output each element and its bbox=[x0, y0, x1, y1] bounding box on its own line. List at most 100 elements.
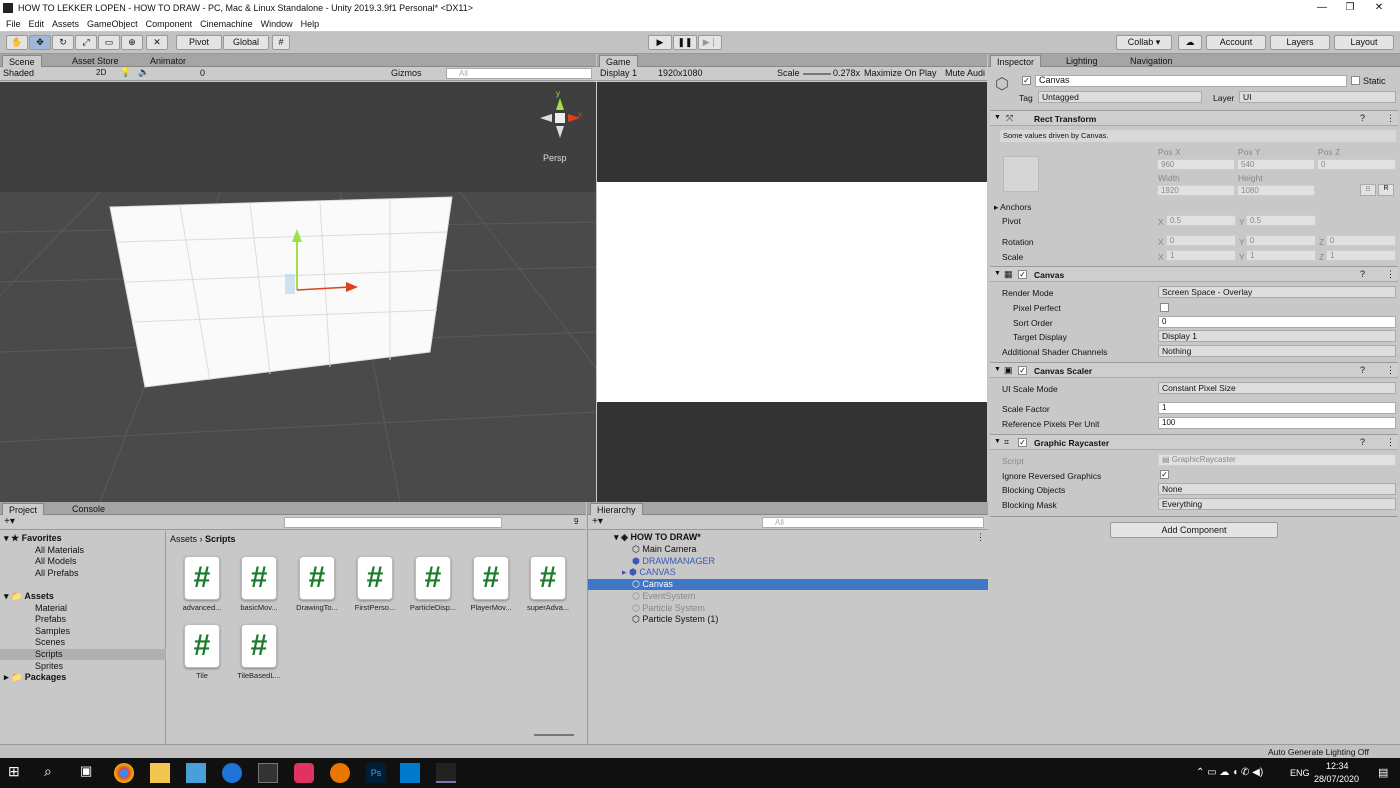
lighting-icon[interactable]: 💡 bbox=[120, 67, 131, 78]
hierarchy-particle-system-1[interactable]: ⬡ Particle System (1) bbox=[632, 614, 718, 625]
blocking-objects-dropdown[interactable]: None bbox=[1158, 483, 1396, 495]
search-icon[interactable]: ⌕ bbox=[44, 763, 64, 783]
pos-z-field[interactable]: 0 bbox=[1317, 159, 1396, 170]
ref-pixels-per-unit-field[interactable]: 100 bbox=[1158, 417, 1396, 429]
rect-transform-header[interactable]: ▼ ⤧ Rect Transform ? ⋮ bbox=[990, 110, 1398, 126]
clock-date[interactable]: 28/07/2020 bbox=[1314, 774, 1359, 784]
play-button[interactable]: ▶ bbox=[648, 35, 672, 50]
resolution-dropdown[interactable]: 1920x1080 bbox=[658, 68, 703, 78]
scene-search-input[interactable]: All bbox=[446, 68, 592, 79]
canvas-scaler-enabled-checkbox[interactable]: ✓ bbox=[1018, 366, 1027, 375]
scale-x-field[interactable]: 1 bbox=[1166, 250, 1236, 261]
layout-dropdown[interactable]: Layout bbox=[1334, 35, 1394, 50]
ibis-paint-icon[interactable] bbox=[186, 763, 206, 783]
static-checkbox[interactable] bbox=[1351, 76, 1360, 85]
foldout-arrow-icon[interactable]: ▼ bbox=[994, 270, 1001, 277]
help-icon[interactable]: ? bbox=[1360, 113, 1365, 123]
script-basicmov-icon[interactable]: # bbox=[241, 556, 277, 600]
hierarchy-drawmanager[interactable]: ⬢ DRAWMANAGER bbox=[632, 556, 715, 567]
tab-hierarchy[interactable]: Hierarchy bbox=[590, 503, 643, 515]
display-dropdown[interactable]: Display 1 bbox=[600, 68, 637, 78]
rect-tool-button[interactable]: ▭ bbox=[98, 35, 120, 50]
hierarchy-create-button[interactable]: +▾ bbox=[592, 516, 603, 527]
scale-factor-field[interactable]: 1 bbox=[1158, 402, 1396, 414]
close-button[interactable]: ✕ bbox=[1364, 0, 1394, 16]
folder-sprites[interactable]: Sprites bbox=[35, 661, 63, 672]
collab-button[interactable]: Collab ▾ bbox=[1116, 35, 1172, 50]
file-explorer-icon[interactable] bbox=[150, 763, 170, 783]
folder-scenes[interactable]: Scenes bbox=[35, 637, 65, 648]
scene-menu-icon[interactable]: ⋮ bbox=[976, 532, 985, 543]
script-drawingto-icon[interactable]: # bbox=[299, 556, 335, 600]
hierarchy-canvas-prefab[interactable]: ▸ ⬢ CANVAS bbox=[622, 567, 676, 578]
ignore-reversed-checkbox[interactable]: ✓ bbox=[1160, 470, 1169, 479]
scale-tool-button[interactable]: ⤢ bbox=[75, 35, 97, 50]
help-icon[interactable]: ? bbox=[1360, 365, 1365, 375]
script-particledisp-icon[interactable]: # bbox=[415, 556, 451, 600]
active-checkbox[interactable]: ✓ bbox=[1022, 76, 1031, 85]
help-icon[interactable]: ? bbox=[1360, 437, 1365, 447]
hidden-count[interactable]: 9 bbox=[574, 517, 578, 526]
tab-animator[interactable]: Animator bbox=[144, 55, 192, 67]
menu-component[interactable]: Component bbox=[146, 19, 193, 29]
pivot-toggle[interactable]: Pivot bbox=[176, 35, 222, 50]
step-button[interactable]: ▶❘ bbox=[698, 35, 722, 50]
blueprint-mode-button[interactable]: ⁝⁝ bbox=[1360, 184, 1376, 196]
layers-dropdown[interactable]: Layers bbox=[1270, 35, 1330, 50]
component-menu-icon[interactable]: ⋮ bbox=[1386, 113, 1395, 124]
component-menu-icon[interactable]: ⋮ bbox=[1386, 437, 1395, 448]
menu-window[interactable]: Window bbox=[261, 19, 293, 29]
favorites-folder[interactable]: ▾ ★ Favorites bbox=[4, 533, 62, 544]
scale-z-field[interactable]: 1 bbox=[1326, 250, 1396, 261]
orientation-gizmo[interactable]: y x bbox=[536, 89, 584, 152]
folder-scripts[interactable]: Scripts bbox=[35, 649, 63, 660]
custom-tool-button[interactable]: ✕ bbox=[146, 35, 168, 50]
folder-samples[interactable]: Samples bbox=[35, 626, 70, 637]
pivot-y-field[interactable]: 0.5 bbox=[1246, 215, 1316, 226]
auto-generate-lighting-status[interactable]: Auto Generate Lighting Off bbox=[1268, 747, 1369, 757]
language-indicator[interactable]: ENG bbox=[1290, 768, 1310, 778]
help-icon[interactable]: ? bbox=[1360, 269, 1365, 279]
shading-dropdown[interactable]: Shaded bbox=[3, 68, 87, 78]
canvas-enabled-checkbox[interactable]: ✓ bbox=[1018, 270, 1027, 279]
photoshop-icon[interactable]: Ps bbox=[366, 763, 386, 783]
scale-slider[interactable] bbox=[803, 73, 831, 75]
script-playermov-icon[interactable]: # bbox=[473, 556, 509, 600]
folder-prefabs[interactable]: Prefabs bbox=[35, 614, 66, 625]
blocking-mask-dropdown[interactable]: Everything bbox=[1158, 498, 1396, 510]
foldout-arrow-icon[interactable]: ▼ bbox=[994, 438, 1001, 445]
tab-scene[interactable]: Scene bbox=[2, 55, 42, 67]
transform-tool-button[interactable]: ⊕ bbox=[121, 35, 143, 50]
unity-editor-icon[interactable] bbox=[436, 763, 456, 783]
foldout-arrow-icon[interactable]: ▼ bbox=[994, 114, 1001, 121]
script-tilebasedl-icon[interactable]: # bbox=[241, 624, 277, 668]
rotate-tool-button[interactable]: ↻ bbox=[52, 35, 74, 50]
breadcrumb-assets[interactable]: Assets bbox=[170, 534, 197, 544]
ui-scale-mode-dropdown[interactable]: Constant Pixel Size bbox=[1158, 382, 1396, 394]
menu-file[interactable]: File bbox=[6, 19, 21, 29]
rotation-x-field[interactable]: 0 bbox=[1166, 235, 1236, 246]
grid-snap-button[interactable]: # bbox=[272, 35, 290, 50]
rotation-y-field[interactable]: 0 bbox=[1246, 235, 1316, 246]
menu-gameobject[interactable]: GameObject bbox=[87, 19, 138, 29]
breadcrumb-scripts[interactable]: Scripts bbox=[205, 534, 236, 544]
packages-folder[interactable]: ▸ 📁 Packages bbox=[4, 672, 66, 683]
clock-time[interactable]: 12:34 bbox=[1326, 761, 1349, 771]
mode-2d-toggle[interactable]: 2D bbox=[96, 68, 106, 77]
favorite-all-models[interactable]: All Models bbox=[35, 556, 77, 567]
perspective-label[interactable]: Persp bbox=[543, 153, 567, 163]
component-menu-icon[interactable]: ⋮ bbox=[1386, 365, 1395, 376]
object-name-input[interactable]: Canvas bbox=[1035, 75, 1347, 87]
blender-icon[interactable] bbox=[330, 763, 350, 783]
move-tool-button[interactable]: ✥ bbox=[29, 35, 51, 50]
layer-dropdown[interactable]: UI bbox=[1239, 91, 1396, 103]
anchors-foldout[interactable]: ▸ Anchors bbox=[994, 202, 1031, 213]
hierarchy-search-input[interactable]: All bbox=[762, 517, 984, 528]
render-mode-dropdown[interactable]: Screen Space - Overlay bbox=[1158, 286, 1396, 298]
raw-edit-button[interactable]: R bbox=[1378, 184, 1394, 196]
tab-inspector[interactable]: Inspector bbox=[990, 55, 1042, 67]
maximize-button[interactable]: ❐ bbox=[1335, 0, 1365, 16]
menu-edit[interactable]: Edit bbox=[29, 19, 45, 29]
unity-hub-icon[interactable] bbox=[258, 763, 278, 783]
tag-dropdown[interactable]: Untagged bbox=[1038, 91, 1202, 103]
